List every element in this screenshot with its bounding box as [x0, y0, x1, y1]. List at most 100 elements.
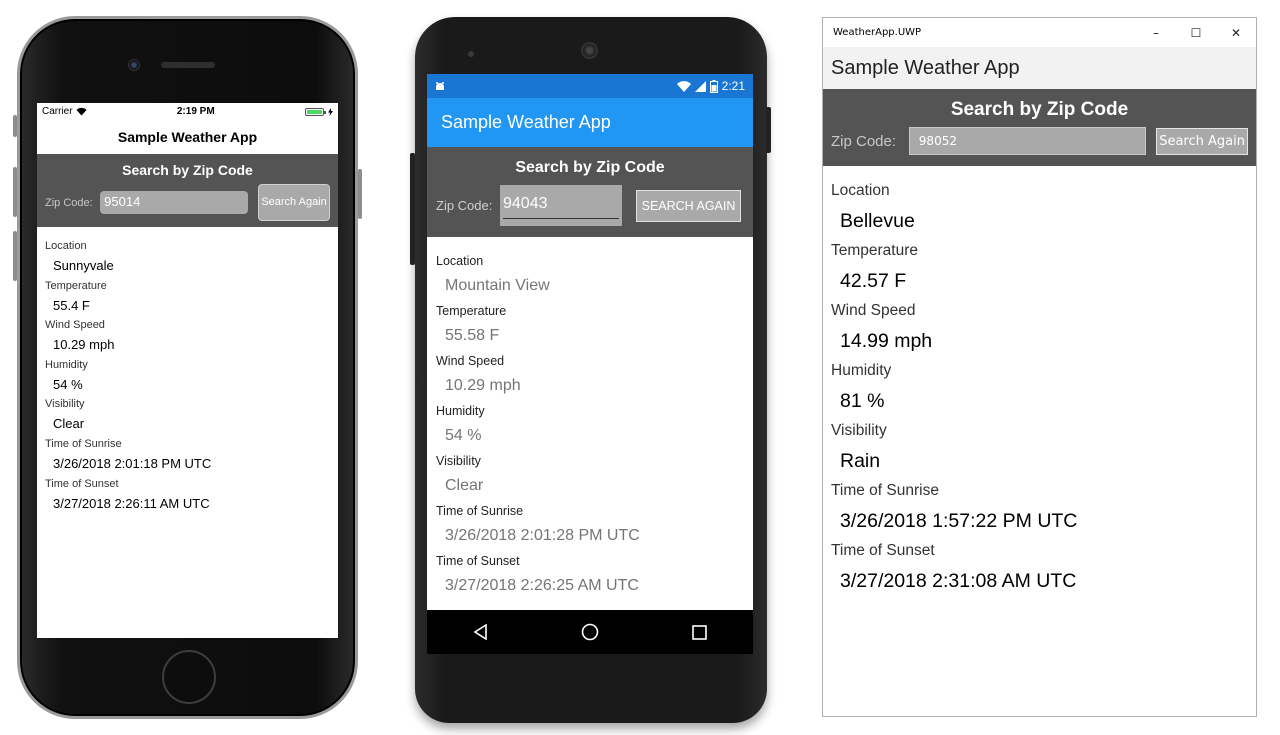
search-again-button[interactable]: Search Again [258, 184, 330, 221]
volume-up-button [13, 167, 17, 217]
back-icon[interactable] [473, 624, 489, 640]
search-heading: Search by Zip Code [515, 159, 665, 176]
temperature-value: 55.4 F [53, 297, 90, 313]
search-panel: Search by Zip Code Zip Code: 95014 Searc… [37, 154, 338, 227]
location-label: Location [45, 240, 87, 252]
page-title: Sample Weather App [117, 129, 258, 145]
android-notification-icon [436, 82, 444, 90]
sunrise-label: Time of Sunrise [436, 504, 524, 518]
sunset-label: Time of Sunset [831, 542, 935, 559]
sunset-label: Time of Sunset [45, 477, 119, 490]
visibility-value: Rain [840, 450, 881, 472]
close-icon[interactable]: ✕ [1216, 18, 1256, 47]
charging-bolt-icon [327, 107, 333, 116]
sunrise-value: 3/26/2018 2:01:28 PM UTC [445, 527, 640, 544]
humidity-value: 54 % [445, 427, 482, 444]
carrier-name: Carrier [42, 106, 73, 117]
zip-input[interactable]: 94043 [500, 185, 622, 226]
visibility-value: Clear [53, 416, 85, 432]
wind-speed-value: 10.29 mph [445, 377, 521, 394]
visibility-label: Visibility [831, 422, 887, 439]
visibility-label: Visibility [436, 454, 481, 468]
weather-results: Location Sunnyvale Temperature 55.4 F Wi… [37, 227, 338, 517]
search-heading: Search by Zip Code [122, 162, 253, 178]
search-again-button[interactable]: Search Again [1156, 127, 1248, 155]
power-button [766, 107, 771, 153]
sunset-label: Time of Sunset [436, 554, 520, 568]
search-panel: Search by Zip Code Zip Code: 98052 Searc… [823, 89, 1256, 166]
zip-label: Zip Code: [436, 198, 493, 213]
temperature-value: 55.58 F [445, 327, 500, 344]
wind-speed-value: 10.29 mph [53, 337, 115, 353]
temperature-value: 42.57 F [840, 270, 907, 292]
humidity-label: Humidity [45, 358, 88, 371]
android-nav-bar [427, 610, 753, 654]
zip-label: Zip Code: [831, 132, 897, 150]
location-value: Sunnyvale [53, 258, 114, 273]
front-camera [581, 42, 598, 59]
sunrise-label: Time of Sunrise [45, 437, 122, 450]
home-icon[interactable] [581, 623, 599, 641]
window-title-bar: WeatherApp.UWP – ☐ ✕ [823, 18, 1256, 47]
wind-speed-label: Wind Speed [45, 319, 105, 332]
weather-results: Location Mountain View Temperature 55.58… [427, 237, 753, 603]
sunset-value: 3/27/2018 2:26:11 AM UTC [53, 495, 210, 511]
wifi-icon [676, 80, 691, 92]
minimize-icon[interactable]: – [1136, 18, 1176, 47]
visibility-value: Clear [445, 477, 484, 494]
search-heading: Search by Zip Code [950, 99, 1129, 120]
app-bar-title: Sample Weather App [427, 98, 753, 147]
status-time: 2:21 [721, 79, 745, 93]
mute-switch [13, 115, 17, 137]
sunset-value: 3/27/2018 2:26:25 AM UTC [445, 577, 639, 594]
volume-button [410, 153, 415, 265]
temperature-label: Temperature [45, 279, 107, 292]
front-camera [128, 59, 140, 71]
signal-icon [694, 80, 706, 92]
android-screen: 2:21 Sample Weather App Search by Zip Co… [427, 74, 753, 654]
battery-icon [709, 79, 718, 93]
android-device: 2:21 Sample Weather App Search by Zip Co… [405, 17, 776, 727]
home-button[interactable] [162, 650, 216, 704]
temperature-label: Temperature [436, 304, 507, 318]
humidity-label: Humidity [436, 404, 485, 418]
location-label: Location [831, 182, 890, 199]
earpiece-speaker [161, 62, 215, 68]
search-panel: Search by Zip Code Zip Code: 94043 SEARC… [427, 147, 753, 237]
wind-speed-label: Wind Speed [436, 354, 505, 368]
maximize-icon[interactable]: ☐ [1176, 18, 1216, 47]
ios-screen: Carrier 2:19 PM Sample Weather App Searc… [37, 103, 338, 638]
zip-label: Zip Code: [45, 196, 93, 209]
ios-status-bar: Carrier 2:19 PM [37, 103, 338, 120]
location-value: Bellevue [840, 210, 915, 232]
wind-speed-label: Wind Speed [831, 302, 916, 319]
sunrise-label: Time of Sunrise [831, 482, 939, 499]
volume-down-button [13, 231, 17, 281]
power-button [358, 169, 362, 219]
status-time: 2:19 PM [176, 106, 215, 117]
sunset-value: 3/27/2018 2:31:08 AM UTC [840, 570, 1077, 592]
proximity-sensor [468, 51, 474, 57]
wind-speed-value: 14.99 mph [840, 330, 933, 352]
zip-input[interactable]: 98052 [908, 127, 1147, 155]
android-status-bar: 2:21 [427, 74, 753, 98]
visibility-label: Visibility [45, 398, 85, 411]
location-value: Mountain View [445, 277, 550, 294]
temperature-label: Temperature [831, 242, 919, 259]
wifi-icon [76, 107, 87, 116]
uwp-window: WeatherApp.UWP – ☐ ✕ Sample Weather App … [822, 17, 1257, 717]
battery-icon [304, 107, 333, 116]
weather-results: Location Bellevue Temperature 42.57 F Wi… [823, 166, 1256, 600]
page-title: Sample Weather App [823, 47, 1256, 89]
humidity-value: 54 % [53, 376, 83, 392]
location-label: Location [436, 254, 484, 268]
sunrise-value: 3/26/2018 2:01:18 PM UTC [53, 455, 212, 471]
search-again-button[interactable]: SEARCH AGAIN [636, 189, 741, 222]
window-title: WeatherApp.UWP [833, 27, 922, 38]
humidity-value: 81 % [840, 390, 885, 412]
iphone-device: Carrier 2:19 PM Sample Weather App Searc… [13, 16, 362, 719]
sunrise-value: 3/26/2018 1:57:22 PM UTC [840, 510, 1078, 532]
recents-icon[interactable] [692, 624, 707, 640]
zip-input[interactable]: 95014 [100, 191, 249, 214]
humidity-label: Humidity [831, 362, 892, 379]
